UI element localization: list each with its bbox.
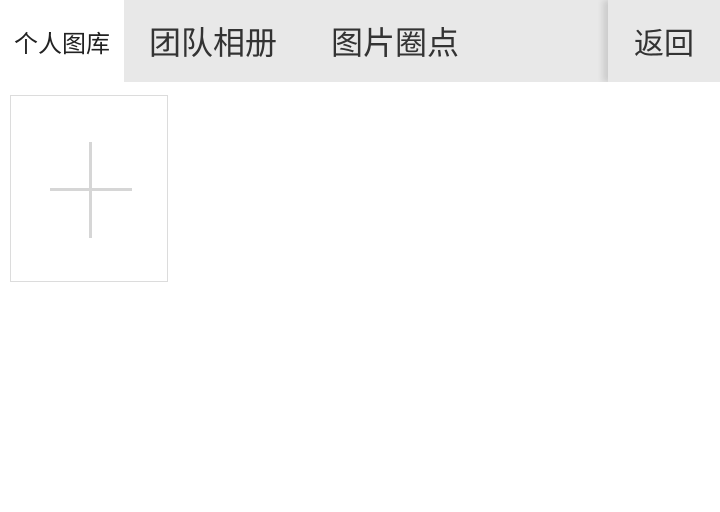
back-button[interactable]: 返回 xyxy=(608,0,720,82)
tab-image-annotate[interactable]: 图片圈点 xyxy=(320,0,470,82)
plus-icon-vertical xyxy=(89,142,92,238)
app-window: 个人图库 团队相册 图片圈点 返回 xyxy=(0,0,720,512)
add-image-button[interactable] xyxy=(10,95,168,282)
tab-personal-gallery[interactable]: 个人图库 xyxy=(0,0,124,82)
gallery-content xyxy=(0,82,720,512)
tab-team-album[interactable]: 团队相册 xyxy=(138,0,288,82)
tab-bar: 个人图库 团队相册 图片圈点 返回 xyxy=(0,0,720,82)
